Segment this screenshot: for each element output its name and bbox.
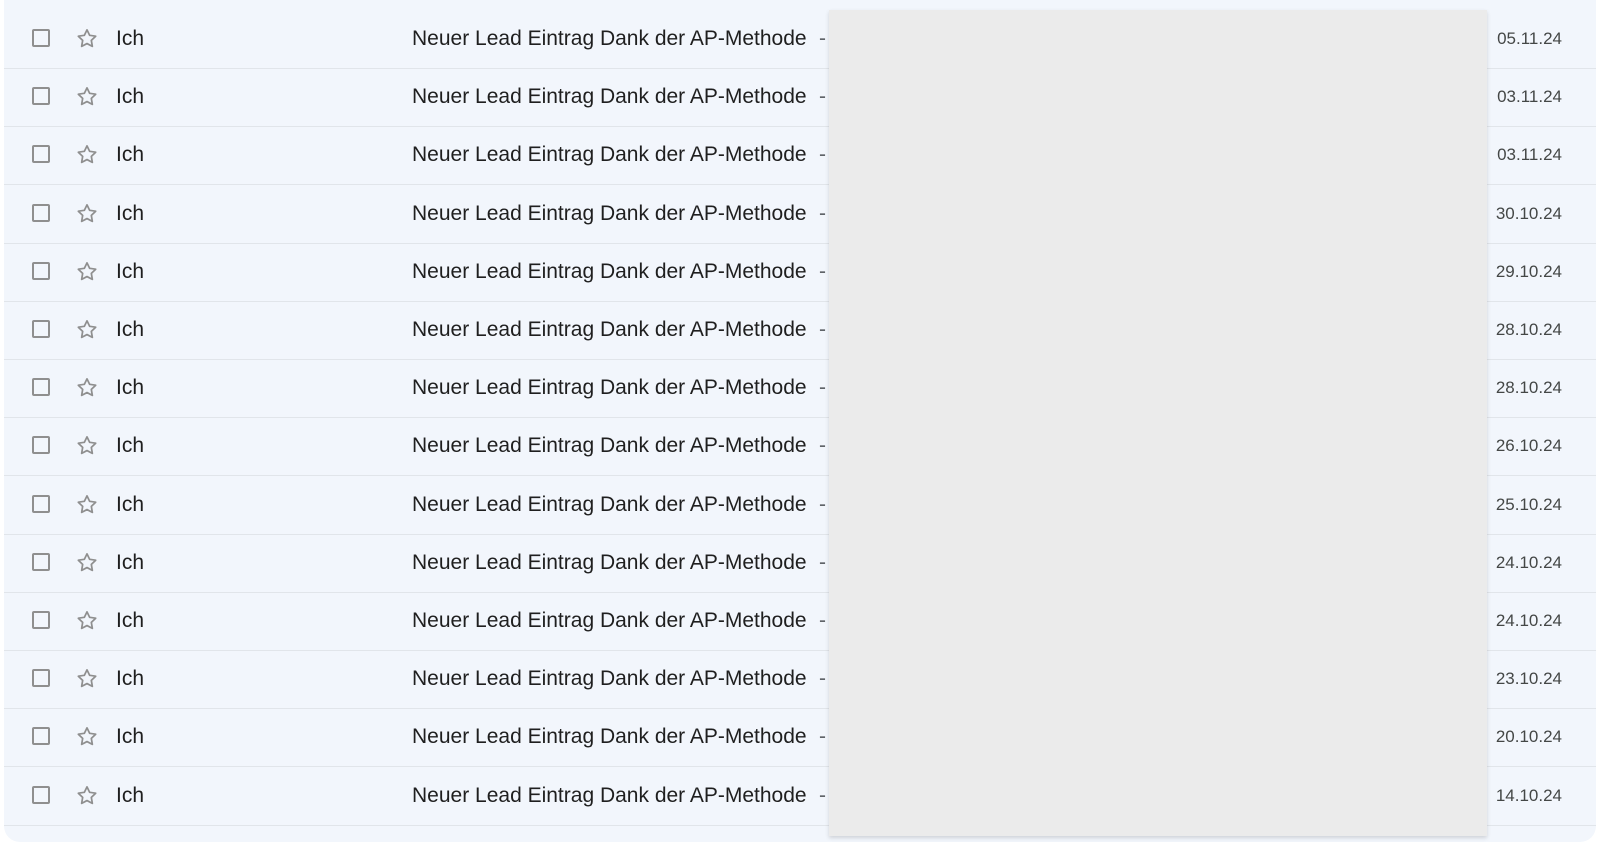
sender-name: Ich [116, 143, 145, 167]
star-outline-icon[interactable] [74, 26, 100, 52]
star-outline-icon[interactable] [74, 550, 100, 576]
sender-name: Ich [116, 609, 145, 632]
email-date: 24.10.24 [1495, 611, 1562, 630]
star-outline-icon[interactable] [74, 492, 100, 518]
email-subject: Neuer Lead Eintrag Dank der AP-Methode [412, 376, 807, 400]
email-date: 24.10.24 [1495, 552, 1562, 572]
checkbox-icon[interactable] [32, 203, 50, 222]
star-outline-icon[interactable] [74, 84, 100, 110]
email-subject: Neuer Lead Eintrag Dank der AP-Methode [412, 434, 807, 458]
subject-snippet-separator: - [819, 609, 826, 632]
redacted-preview-area [829, 10, 1487, 836]
checkbox-icon[interactable] [32, 29, 50, 47]
email-date: 05.11.24 [1497, 29, 1562, 48]
subject-snippet-separator: - [819, 550, 826, 574]
email-date: 25.10.24 [1495, 494, 1562, 514]
email-date: 28.10.24 [1495, 320, 1562, 339]
subject-snippet-separator: - [819, 201, 826, 225]
sender-name: Ich [116, 550, 145, 574]
checkbox-icon[interactable] [32, 261, 50, 280]
email-date: 03.11.24 [1497, 87, 1562, 107]
sender-name: Ich [116, 667, 145, 691]
star-outline-icon[interactable] [74, 201, 100, 227]
email-date: 26.10.24 [1495, 436, 1562, 456]
checkbox-icon[interactable] [32, 669, 50, 688]
star-outline-icon[interactable] [74, 724, 100, 750]
star-outline-icon[interactable] [74, 142, 100, 168]
subject-snippet-separator: - [819, 725, 826, 749]
email-subject: Neuer Lead Eintrag Dank der AP-Methode [412, 725, 807, 749]
email-subject: Neuer Lead Eintrag Dank der AP-Methode [412, 201, 807, 225]
subject-snippet-separator: - [819, 143, 826, 167]
sender-name: Ich [116, 434, 145, 458]
subject-snippet-separator: - [819, 667, 826, 691]
email-subject: Neuer Lead Eintrag Dank der AP-Methode [412, 85, 807, 109]
checkbox-icon[interactable] [32, 494, 50, 513]
email-date: 14.10.24 [1495, 785, 1562, 805]
email-subject: Neuer Lead Eintrag Dank der AP-Methode [412, 27, 807, 50]
checkbox-icon[interactable] [32, 87, 50, 106]
subject-snippet-separator: - [819, 259, 826, 283]
email-date: 23.10.24 [1495, 669, 1562, 689]
subject-snippet-separator: - [819, 27, 826, 50]
sender-name: Ich [116, 318, 145, 341]
checkbox-icon[interactable] [32, 145, 50, 164]
email-list: Ich Neuer Lead Eintrag Dank der AP-Metho… [4, 10, 1596, 842]
star-outline-icon[interactable] [74, 433, 100, 459]
email-subject: Neuer Lead Eintrag Dank der AP-Methode [412, 609, 807, 632]
sender-name: Ich [116, 201, 145, 225]
star-outline-icon[interactable] [74, 608, 100, 634]
email-subject: Neuer Lead Eintrag Dank der AP-Methode [412, 667, 807, 691]
star-outline-icon[interactable] [74, 666, 100, 692]
email-subject: Neuer Lead Eintrag Dank der AP-Methode [412, 492, 807, 516]
checkbox-icon[interactable] [32, 552, 50, 571]
star-outline-icon[interactable] [74, 317, 100, 343]
star-outline-icon[interactable] [74, 375, 100, 401]
sender-name: Ich [116, 725, 145, 749]
sender-name: Ich [116, 85, 145, 109]
checkbox-icon[interactable] [32, 320, 50, 338]
checkbox-icon[interactable] [32, 611, 50, 629]
checkbox-icon[interactable] [32, 378, 50, 397]
star-outline-icon[interactable] [74, 783, 100, 809]
subject-snippet-separator: - [819, 376, 826, 400]
email-date: 03.11.24 [1497, 145, 1562, 165]
subject-snippet-separator: - [819, 318, 826, 341]
email-subject: Neuer Lead Eintrag Dank der AP-Methode [412, 259, 807, 283]
sender-name: Ich [116, 783, 145, 807]
email-subject: Neuer Lead Eintrag Dank der AP-Methode [412, 318, 807, 341]
email-date: 29.10.24 [1495, 261, 1562, 281]
star-outline-icon[interactable] [74, 259, 100, 285]
email-subject: Neuer Lead Eintrag Dank der AP-Methode [412, 550, 807, 574]
sender-name: Ich [116, 27, 145, 50]
sender-name: Ich [116, 492, 145, 516]
checkbox-icon[interactable] [32, 436, 50, 455]
sender-name: Ich [116, 259, 145, 283]
email-date: 20.10.24 [1495, 727, 1562, 747]
checkbox-icon[interactable] [32, 727, 50, 746]
email-subject: Neuer Lead Eintrag Dank der AP-Methode [412, 783, 807, 807]
checkbox-icon[interactable] [32, 785, 50, 804]
email-subject: Neuer Lead Eintrag Dank der AP-Methode [412, 143, 807, 167]
email-date: 28.10.24 [1495, 378, 1562, 398]
email-date: 30.10.24 [1495, 203, 1562, 223]
subject-snippet-separator: - [819, 492, 826, 516]
sender-name: Ich [116, 376, 145, 400]
subject-snippet-separator: - [819, 434, 826, 458]
subject-snippet-separator: - [819, 783, 826, 807]
subject-snippet-separator: - [819, 85, 826, 109]
